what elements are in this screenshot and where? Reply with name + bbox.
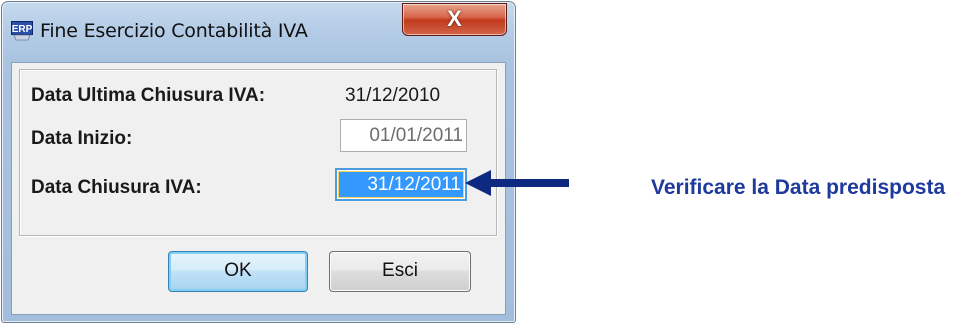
title-bar[interactable]: ERP Fine Esercizio Contabilità IVA X [2,2,515,62]
close-button[interactable]: X [402,3,507,36]
data-chiusura-field[interactable]: 31/12/2011 [335,168,467,201]
svg-text:ERP: ERP [12,24,33,35]
annotation-arrow-icon [465,170,569,196]
window-title: Fine Esercizio Contabilità IVA [40,20,308,42]
ultima-chiusura-label: Data Ultima Chiusura IVA: [31,85,266,106]
erp-app-icon: ERP [11,21,33,41]
ultima-chiusura-value: 31/12/2010 [345,85,441,106]
data-chiusura-label: Data Chiusura IVA: [31,177,202,198]
data-inizio-value: 01/01/2011 [369,125,463,146]
annotation-text: Verificare la Data predisposta [651,176,946,199]
close-icon: X [447,6,462,31]
dialog-window: ERP Fine Esercizio Contabilità IVA X Dat… [1,1,516,323]
ok-button[interactable]: OK [168,251,308,292]
dialog-content: Data Ultima Chiusura IVA: 31/12/2010 Dat… [11,62,506,315]
data-inizio-label: Data Inizio: [31,128,133,149]
esci-button[interactable]: Esci [329,251,471,292]
data-inizio-field[interactable]: 01/01/2011 [340,119,467,152]
data-chiusura-value: 31/12/2011 [338,171,464,198]
